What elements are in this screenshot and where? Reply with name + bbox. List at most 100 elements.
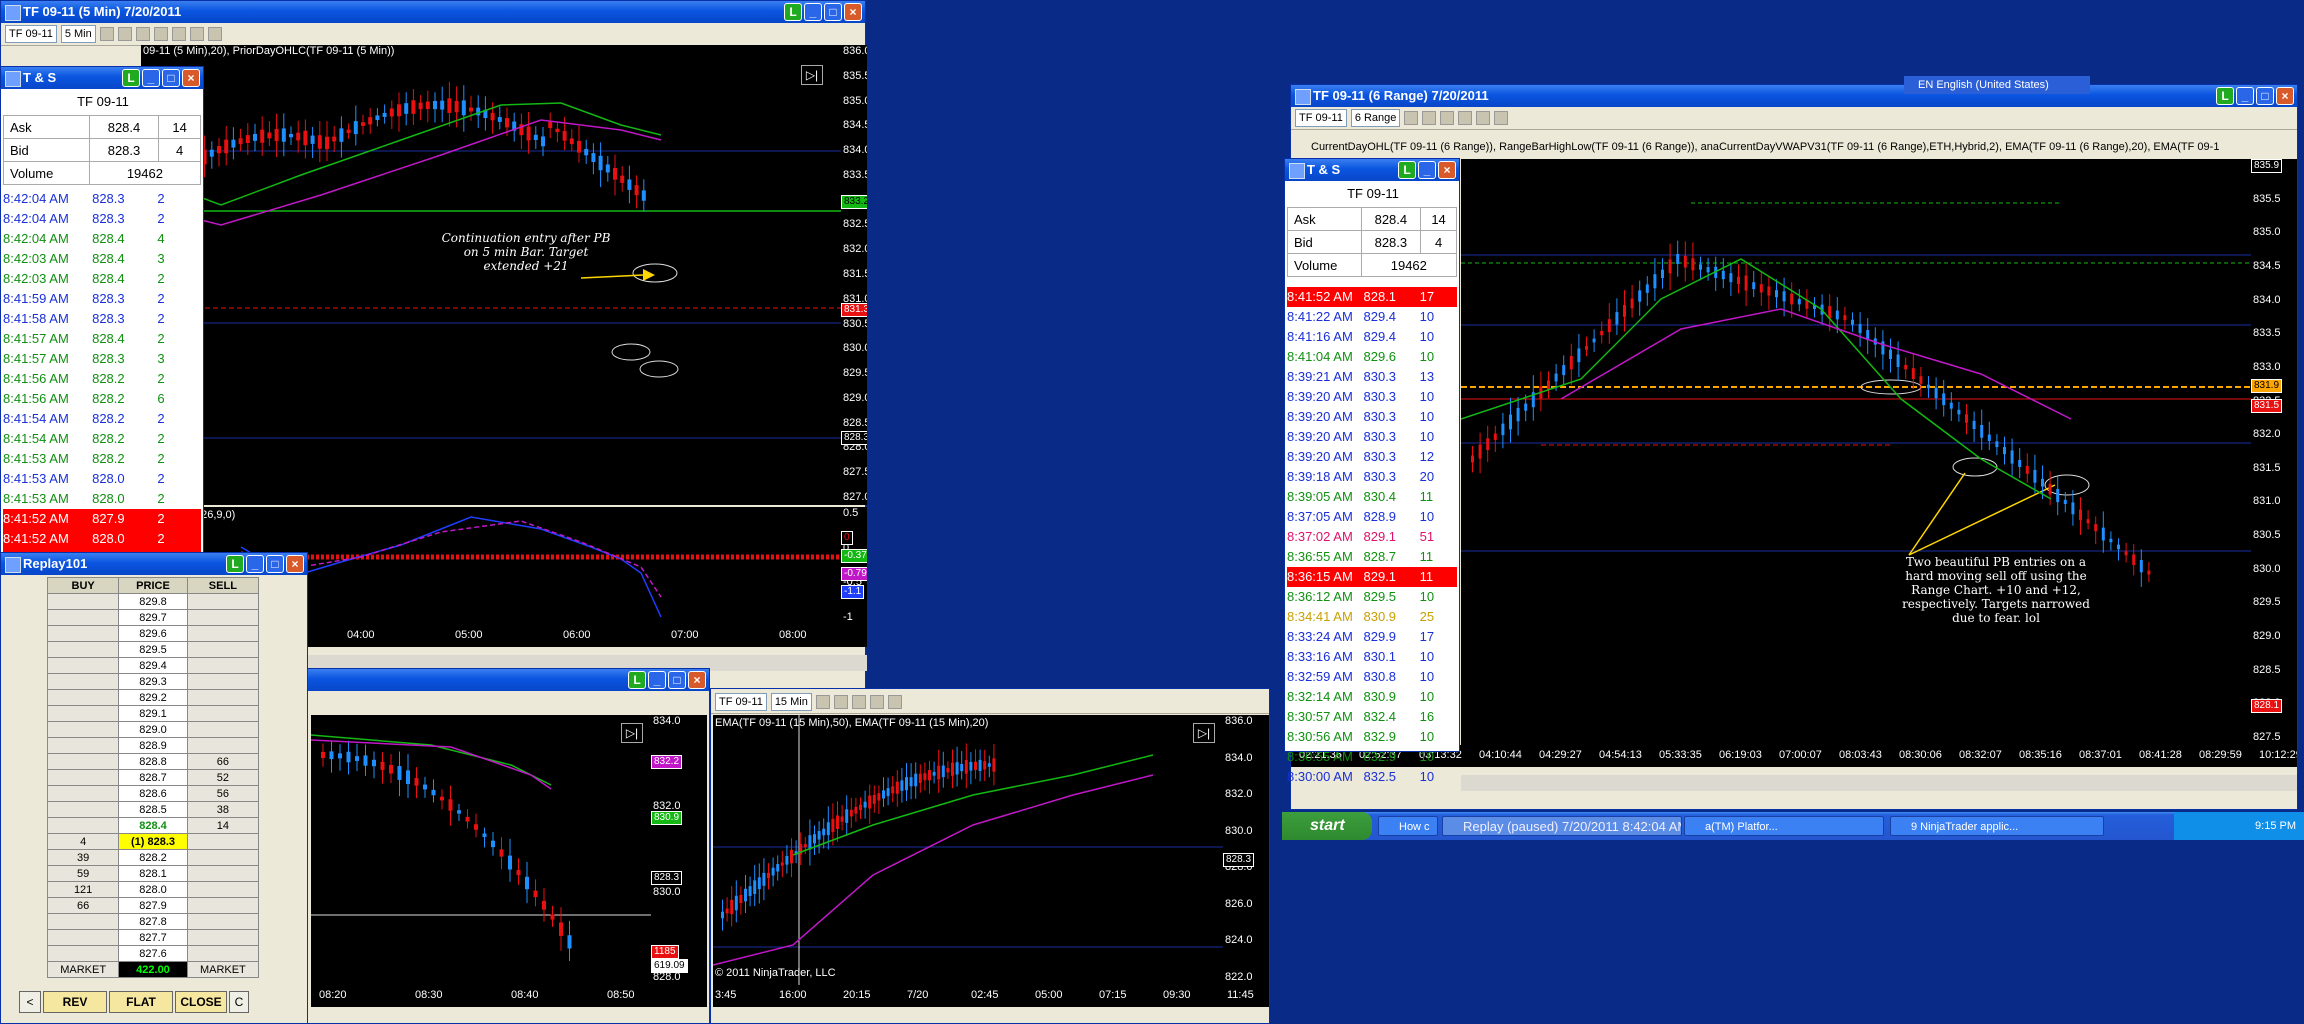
dom-row[interactable]: 827.6 — [46, 945, 260, 962]
dom-sell-cell[interactable] — [186, 897, 260, 914]
close-button[interactable]: × — [688, 671, 706, 689]
dom-price-cell[interactable]: 829.8 — [118, 593, 188, 610]
dom-row[interactable]: 828.8 66 — [46, 753, 260, 770]
ts-left-trade-list[interactable]: 8:42:04 AM 828.3 2 8:42:04 AM 828.3 2 8:42:04 … — [3, 189, 201, 569]
dom-buy-cell[interactable] — [46, 945, 120, 962]
dom-sell-cell[interactable]: 52 — [186, 769, 260, 786]
bar-type-icon[interactable] — [99, 27, 114, 41]
dom-price-cell[interactable]: 829.2 — [118, 689, 188, 706]
dom-sell-cell[interactable] — [186, 609, 260, 626]
dom-price-cell[interactable]: 829.7 — [118, 609, 188, 626]
cursor-icon[interactable] — [851, 695, 866, 709]
dom-ladder[interactable]: BUY PRICE SELL 829.8 829.7 829.6 829.5 829.4 829… — [46, 577, 260, 978]
instrument-dropdown[interactable]: TF 09-11 — [715, 693, 767, 711]
draw-tool-icon[interactable] — [833, 695, 848, 709]
dom-price-cell[interactable]: 828.6 — [118, 785, 188, 802]
dom-sell-cell[interactable] — [186, 705, 260, 722]
zoom-icon[interactable] — [153, 27, 168, 41]
dom-price-cell[interactable]: 827.6 — [118, 945, 188, 962]
dom-row[interactable]: 828.6 56 — [46, 785, 260, 802]
dom-row[interactable]: 829.4 — [46, 657, 260, 674]
dom-sell-cell[interactable]: 66 — [186, 753, 260, 770]
dom-row[interactable]: 66 827.9 — [46, 897, 260, 914]
dom-buy-cell[interactable] — [46, 641, 120, 658]
15min-price-panel[interactable]: EMA(TF 09-11 (15 Min),50), EMA(TF 09-11 … — [713, 715, 1223, 985]
maximize-button[interactable]: □ — [668, 671, 686, 689]
scroll-to-end-icon[interactable]: ▷| — [621, 723, 643, 743]
cursor-icon[interactable] — [135, 27, 150, 41]
minimize-button[interactable]: _ — [1418, 161, 1436, 179]
dom-buy-cell[interactable] — [46, 737, 120, 754]
dom-sell-cell[interactable] — [186, 657, 260, 674]
dom-buy-cell[interactable] — [46, 753, 120, 770]
dom-buy-cell[interactable] — [46, 769, 120, 786]
dom-price-cell[interactable]: 828.1 — [118, 865, 188, 882]
dom-row[interactable]: 829.1 — [46, 705, 260, 722]
dom-row[interactable]: 121 828.0 — [46, 881, 260, 898]
dom-sell-cell[interactable] — [186, 849, 260, 866]
dom-sell-cell[interactable] — [186, 913, 260, 930]
cursor-icon[interactable] — [1440, 111, 1455, 125]
draw-tool-icon[interactable] — [117, 27, 132, 41]
dom-buy-cell[interactable] — [46, 625, 120, 642]
replay-titlebar[interactable]: Replay101 L _ □ × — [1, 553, 307, 575]
close-button[interactable]: × — [286, 555, 304, 573]
dom-buy-cell[interactable] — [46, 785, 120, 802]
dom-row[interactable]: 39 828.2 — [46, 849, 260, 866]
dom-row[interactable]: 4 (1) 828.3 — [46, 833, 260, 850]
dom-buy-cell[interactable] — [46, 657, 120, 674]
maximize-button[interactable]: □ — [266, 555, 284, 573]
prev-button[interactable]: < — [19, 991, 41, 1013]
dom-buy-cell[interactable] — [46, 593, 120, 610]
dom-sell-cell[interactable] — [186, 721, 260, 738]
properties-icon[interactable] — [171, 27, 186, 41]
close-button[interactable]: × — [1438, 161, 1456, 179]
dom-row[interactable]: 829.8 — [46, 593, 260, 610]
dom-buy-cell[interactable] — [46, 609, 120, 626]
dom-row[interactable]: 59 828.1 — [46, 865, 260, 882]
taskbar-item[interactable]: a(TM) Platfor... — [1684, 816, 1884, 836]
flat-button[interactable]: FLAT — [109, 991, 173, 1013]
instrument-dropdown[interactable]: TF 09-11 — [5, 25, 57, 43]
dom-sell-cell[interactable] — [186, 593, 260, 610]
close-button[interactable]: × — [844, 3, 862, 21]
close-button[interactable]: × — [2276, 87, 2294, 105]
dom-sell-cell[interactable] — [186, 929, 260, 946]
dom-row[interactable]: 827.8 — [46, 913, 260, 930]
range-window-titlebar[interactable]: TF 09-11 (6 Range) 7/20/2011 L _ □ × — [1291, 85, 2297, 107]
dom-row[interactable]: 829.5 — [46, 641, 260, 658]
market-button[interactable]: MARKET — [46, 961, 120, 978]
dom-price-cell[interactable]: (1) 828.3 — [118, 833, 188, 850]
dom-buy-cell[interactable] — [46, 913, 120, 930]
minimize-button[interactable]: _ — [648, 671, 666, 689]
dom-price-cell[interactable]: 828.5 — [118, 801, 188, 818]
dom-price-cell[interactable]: 828.9 — [118, 737, 188, 754]
indicators-icon[interactable] — [1494, 111, 1509, 125]
dom-buy-cell[interactable] — [46, 801, 120, 818]
dom-sell-cell[interactable] — [186, 641, 260, 658]
rev-button[interactable]: REV — [43, 991, 107, 1013]
market-button[interactable]: MARKET — [186, 961, 260, 978]
close-button[interactable]: × — [182, 69, 200, 87]
link-button[interactable]: L — [122, 69, 140, 87]
dom-row[interactable]: 829.3 — [46, 673, 260, 690]
dom-row[interactable]: 829.2 — [46, 689, 260, 706]
c-button[interactable]: C — [229, 991, 249, 1013]
dom-sell-cell[interactable] — [186, 881, 260, 898]
dom-price-cell[interactable]: 828.4 — [118, 817, 188, 834]
bar-type-icon[interactable] — [1404, 111, 1419, 125]
minimize-button[interactable]: _ — [2236, 87, 2254, 105]
instrument-dropdown[interactable]: TF 09-11 — [1295, 109, 1347, 127]
zoom-icon[interactable] — [1458, 111, 1473, 125]
dom-buy-cell[interactable]: 4 — [46, 833, 120, 850]
scroll-to-end-icon[interactable]: ▷| — [801, 65, 823, 85]
dom-row[interactable]: 828.5 38 — [46, 801, 260, 818]
dom-price-cell[interactable]: 828.2 — [118, 849, 188, 866]
dom-sell-cell[interactable] — [186, 689, 260, 706]
range-scrollbar[interactable] — [1461, 775, 2297, 791]
dom-buy-cell[interactable] — [46, 705, 120, 722]
language-bar[interactable]: EN English (United States) — [1904, 76, 2090, 94]
dom-price-cell[interactable]: 829.1 — [118, 705, 188, 722]
main-window-titlebar[interactable]: TF 09-11 (5 Min) 7/20/2011 L _ □ × — [1, 1, 865, 23]
dom-buy-cell[interactable] — [46, 721, 120, 738]
